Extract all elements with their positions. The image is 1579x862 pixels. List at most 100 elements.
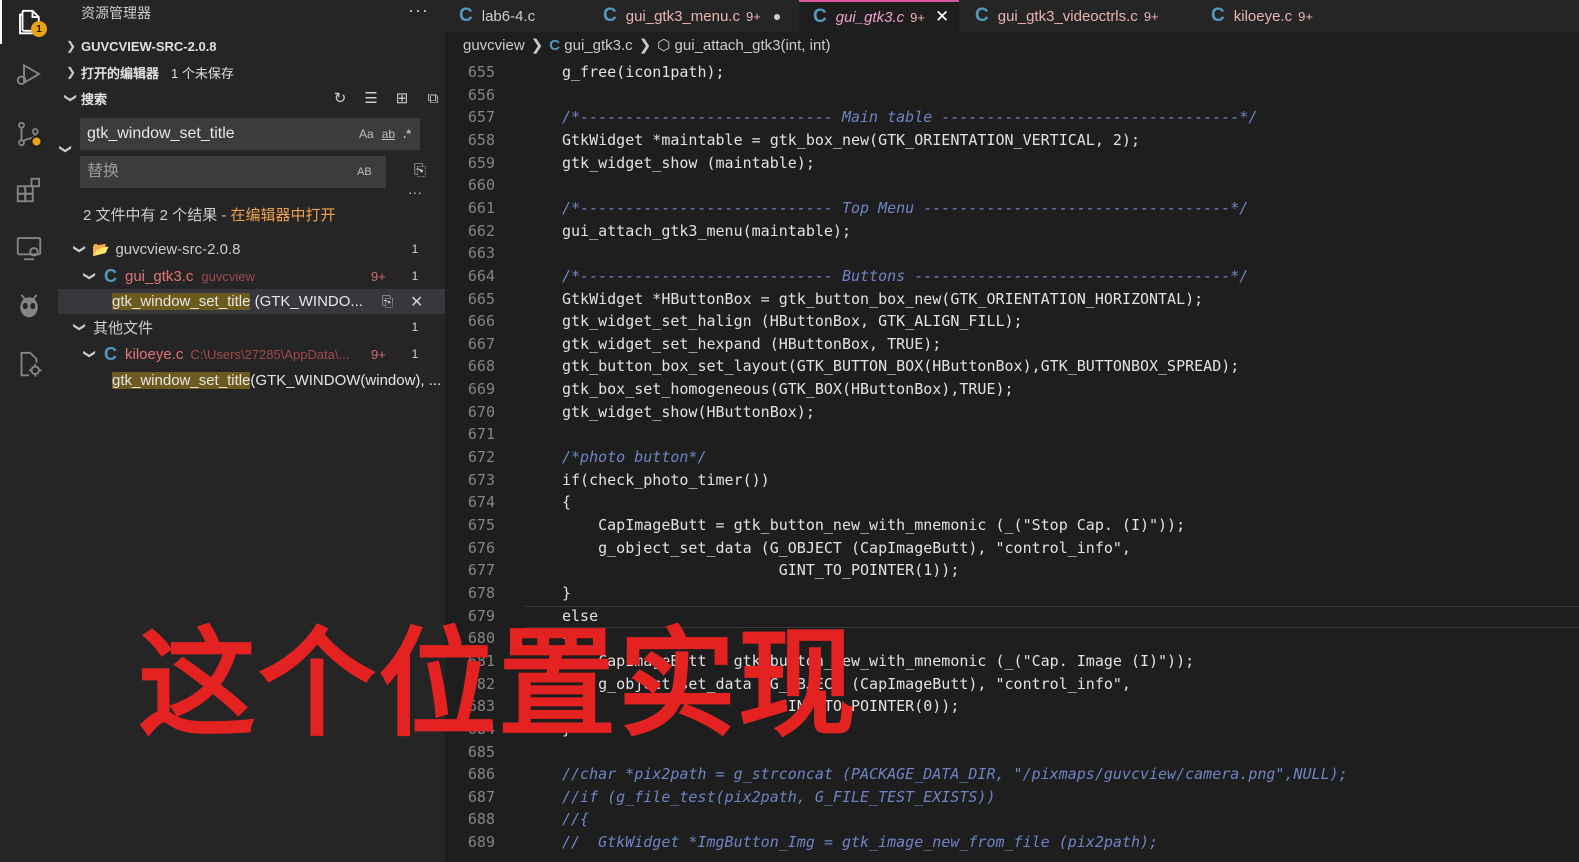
tree-file-gui-gtk3[interactable]: ❯ C gui_gtk3.c guvcview 9+ 1 — [58, 264, 445, 288]
code-line: 655 g_free(icon1path); — [445, 61, 1579, 83]
code-line: 671 — [445, 423, 1579, 445]
project-name: GUVCVIEW-SRC-2.0.8 — [81, 38, 217, 54]
replace-icon[interactable]: ⎘ — [382, 293, 393, 310]
code-line: 665 GtkWidget *HButtonBox = gtk_button_bo… — [445, 288, 1579, 310]
tree-folder-other[interactable]: ❯ 其他文件 1 — [58, 315, 445, 339]
alien-extension-icon[interactable] — [0, 284, 58, 328]
replace-input[interactable] — [80, 162, 349, 182]
source-control-icon[interactable] — [0, 112, 58, 156]
refresh-icon[interactable]: ↻ — [330, 88, 350, 108]
search-match-1[interactable]: gtk_window_set_title (GTK_WINDO... ⎘ ✕ — [58, 289, 445, 314]
tab-label: gui_gtk3.c — [835, 8, 905, 26]
code-text: g_free(icon1path); — [562, 63, 725, 81]
tab-kiloeye[interactable]: Ckiloeye.c 9+ — [1197, 0, 1353, 32]
line-number: 663 — [467, 244, 495, 263]
regex-toggle[interactable]: .* — [403, 127, 411, 141]
open-editors-section-header[interactable]: ❯ 打开的编辑器 1 个未保存 — [58, 60, 445, 84]
tab-gui-gtk3-videoctrls[interactable]: Cgui_gtk3_videoctrls.c 9+ — [961, 0, 1197, 32]
results-summary: 2 文件中有 2 个结果 - 在编辑器中打开 — [83, 204, 336, 225]
code-text: gtk_widget_show(HButtonBox); — [562, 402, 815, 421]
project-section-header[interactable]: ❯ GUVCVIEW-SRC-2.0.8 — [58, 34, 445, 58]
tab-lab6-4[interactable]: Clab6-4.c — [445, 0, 589, 32]
code-line: 660 — [445, 174, 1579, 196]
extensions-icon[interactable] — [0, 168, 58, 212]
remote-explorer-icon[interactable] — [0, 226, 58, 270]
toggle-replace-icon[interactable]: ❯ — [59, 144, 73, 154]
run-debug-icon[interactable] — [0, 52, 58, 96]
close-tab-icon[interactable]: ✕ — [935, 7, 949, 27]
line-number: 656 — [467, 85, 495, 104]
toggle-details-icon[interactable]: ··· — [408, 184, 422, 200]
line-number: 689 — [467, 833, 495, 852]
settings-file-icon[interactable] — [0, 342, 58, 386]
line-number: 658 — [467, 130, 495, 149]
preserve-case-toggle[interactable]: AB — [357, 166, 372, 178]
code-line: 674 { — [445, 491, 1579, 513]
symbol-method-icon: ⬡ — [657, 37, 671, 54]
line-number: 672 — [467, 448, 495, 467]
explorer-icon[interactable]: 1 — [0, 0, 58, 44]
code-text: //if (g_file_test(pix2path, G_FILE_TEST_… — [562, 787, 996, 806]
code-text: gtk_box_set_homogeneous(GTK_BOX(HButtonB… — [562, 380, 1014, 399]
match-case-toggle[interactable]: Aa — [359, 127, 374, 141]
sidebar-title: 资源管理器 — [81, 5, 151, 21]
code-line: 673 if(check_photo_timer()) — [445, 469, 1579, 491]
line-number: 662 — [467, 221, 495, 240]
search-section-label: 搜索 — [81, 91, 108, 107]
new-search-editor-icon[interactable]: ⊞ — [392, 88, 412, 108]
line-number: 660 — [467, 176, 495, 195]
result-count: 1 — [411, 320, 419, 334]
search-match-2[interactable]: gtk_window_set_title(GTK_WINDOW(window),… — [58, 368, 445, 392]
line-number: 666 — [467, 312, 495, 331]
dismiss-icon[interactable]: ✕ — [410, 292, 423, 312]
line-number: 667 — [467, 334, 495, 353]
code-line: 661 /*---------------------------- Top Me… — [445, 197, 1579, 219]
unsaved-badge: 1 — [31, 21, 47, 37]
open-in-editor-link[interactable]: 在编辑器中打开 — [231, 207, 336, 224]
code-line: 657 /*---------------------------- Main t… — [445, 106, 1579, 128]
whole-word-toggle[interactable]: ab — [382, 127, 395, 141]
tab-problem-count: 9+ — [1143, 8, 1159, 24]
code-line: 662 gui_attach_gtk3_menu(maintable); — [445, 220, 1579, 242]
code-line: 668 gtk_button_box_set_layout(GTK_BUTTON_… — [445, 355, 1579, 377]
breadcrumb-separator-icon: ❯ — [530, 37, 544, 54]
tree-file-kiloeye[interactable]: ❯ C kiloeye.c C:\Users\27285\AppData\...… — [58, 342, 445, 366]
error-count: 9+ — [371, 346, 386, 362]
chevron-right-icon: ❯ — [65, 39, 77, 53]
breadcrumb-separator-icon: ❯ — [638, 37, 652, 54]
open-editors-label: 打开的编辑器 — [81, 65, 160, 81]
breadcrumb-file[interactable]: gui_gtk3.c — [564, 37, 632, 54]
line-number: 661 — [467, 198, 495, 217]
search-input[interactable] — [80, 124, 339, 144]
tab-gui-gtk3-menu[interactable]: Cgui_gtk3_menu.c 9+ ● — [589, 0, 799, 32]
code-text: gui_attach_gtk3_menu(maintable); — [562, 221, 851, 240]
code-text: { — [562, 493, 572, 512]
folder-name: 其他文件 — [93, 319, 154, 337]
folder-icon: 📂 — [92, 240, 110, 257]
tree-folder-guvcview[interactable]: ❯ 📂 guvcview-src-2.0.8 1 — [58, 237, 445, 261]
more-actions-icon[interactable]: ··· — [408, 0, 429, 21]
collapse-all-icon[interactable]: ⧉ — [423, 88, 443, 108]
code-line: 656 — [445, 84, 1579, 106]
breadcrumb-folder[interactable]: guvcview — [463, 37, 525, 54]
line-number: 657 — [467, 108, 495, 127]
code-line: 677 GINT_TO_POINTER(1)); — [445, 559, 1579, 581]
code-line: 658 GtkWidget *maintable = gtk_box_new(GT… — [445, 129, 1579, 151]
line-number: 687 — [467, 787, 495, 806]
code-text: gtk_widget_show (maintable); — [562, 153, 815, 172]
breadcrumb-symbol[interactable]: gui_attach_gtk3(int, int) — [675, 37, 831, 54]
replace-all-icon[interactable]: ⎘ — [414, 162, 426, 179]
code-line: 689 // GtkWidget *ImgButton_Img = gtk_ima… — [445, 831, 1579, 853]
tab-gui-gtk3[interactable]: Cgui_gtk3.c 9+ ✕ — [799, 0, 959, 32]
code-text: GtkWidget *HButtonBox = gtk_button_box_n… — [562, 289, 1204, 308]
result-count: 1 — [411, 242, 419, 256]
code-text: /*photo button*/ — [562, 448, 707, 467]
code-line: 666 gtk_widget_set_halign (HButtonBox, GT… — [445, 310, 1579, 332]
code-text: /*---------------------------- Main tabl… — [562, 108, 1258, 127]
file-path: guvcview — [201, 268, 255, 284]
line-number: 670 — [467, 402, 495, 421]
unsaved-dot-icon[interactable]: ● — [773, 8, 781, 24]
c-file-icon: C — [813, 6, 827, 27]
clear-results-icon[interactable]: ☰ — [361, 88, 381, 108]
tab-problem-count: 9+ — [1298, 8, 1313, 24]
